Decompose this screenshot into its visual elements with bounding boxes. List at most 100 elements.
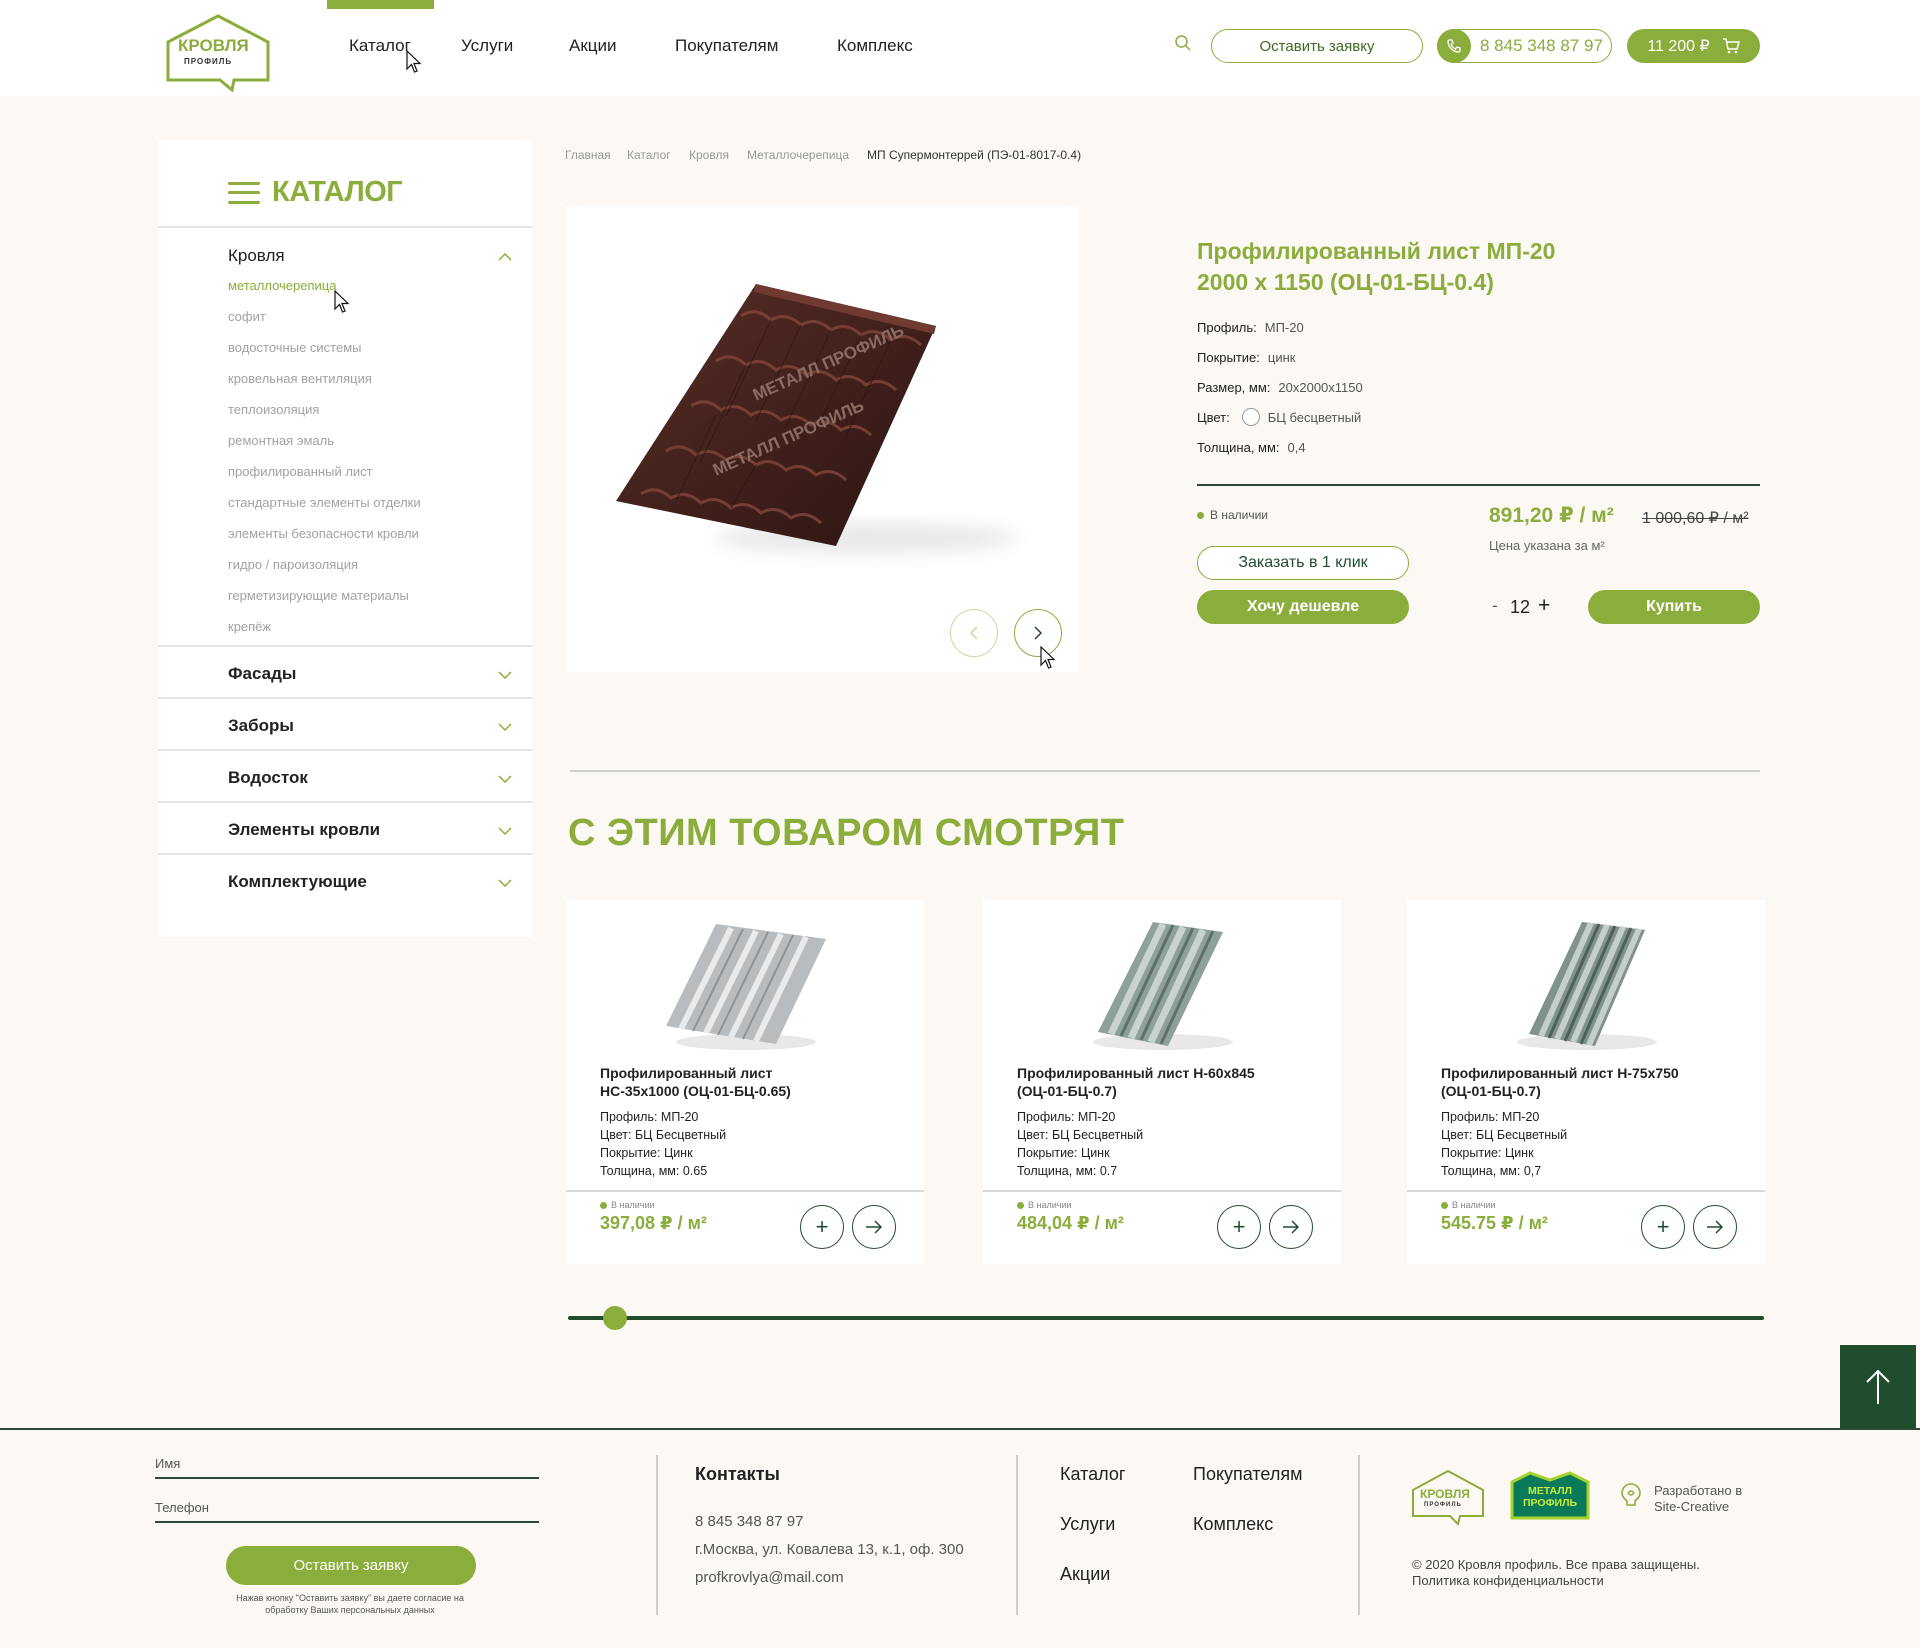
site-logo[interactable]: КРОВЛЯ ПРОФИЛЬ (164, 12, 272, 93)
logo-line: МЕТАЛЛ (1528, 1485, 1572, 1497)
open-product-button[interactable] (852, 1205, 896, 1249)
sidebar-group-drain[interactable]: Водосток (228, 768, 308, 788)
breadcrumb-catalog[interactable]: Каталог (627, 148, 671, 162)
catalog-title: КАТАЛОГ (272, 176, 403, 208)
sidebar-item-hydro[interactable]: гидро / пароизоляция (228, 557, 358, 572)
chevron-down-icon[interactable] (498, 668, 512, 682)
nav-catalog[interactable]: Каталог (349, 36, 411, 56)
name-field[interactable]: Имя (155, 1456, 180, 1471)
chevron-left-icon (969, 626, 978, 640)
related-price: 397,08 ₽ / м² (600, 1213, 707, 1233)
one-click-order-button[interactable]: Заказать в 1 клик (1197, 546, 1409, 580)
related-spec: Профиль: МП-20 (1441, 1110, 1540, 1124)
quantity-value[interactable]: 12 (1510, 597, 1530, 618)
sidebar-item-soffit[interactable]: софит (228, 309, 266, 324)
color-swatch[interactable] (1241, 408, 1260, 426)
nav-services[interactable]: Услуги (461, 36, 513, 56)
chevron-down-icon[interactable] (498, 720, 512, 734)
sidebar-item-metal-tile[interactable]: металлочерепица (228, 278, 336, 293)
related-product-title[interactable]: Профилированный лист Н-75х750 (ОЦ-01-БЦ-0… (1441, 1064, 1741, 1100)
footer-nav-promotions[interactable]: Акции (1060, 1564, 1110, 1585)
chevron-down-icon[interactable] (498, 876, 512, 890)
scroll-to-top-button[interactable] (1840, 1345, 1916, 1429)
cart-button[interactable]: 11 200 ₽ (1627, 29, 1760, 63)
chevron-up-icon[interactable] (498, 250, 512, 264)
sidebar-item-sealants[interactable]: герметизирующие материалы (228, 588, 409, 603)
product-title-line1: Профилированный лист МП-20 (1197, 238, 1556, 264)
catalog-sidebar: КАТАЛОГ Кровля металлочерепица софит вод… (158, 140, 532, 937)
related-spec: Покрытие: Цинк (1441, 1146, 1534, 1160)
phone-field[interactable]: Телефон (155, 1500, 209, 1515)
related-product-title[interactable]: Профилированный лист НС-35х1000 (ОЦ-01-БЦ… (600, 1064, 900, 1100)
phone-field-underline (155, 1521, 539, 1523)
related-product-card[interactable]: Профилированный лист НС-35х1000 (ОЦ-01-БЦ… (566, 900, 924, 1264)
footer-submit-button[interactable]: Оставить заявку (226, 1546, 476, 1585)
sidebar-item-fasteners[interactable]: крепёж (228, 619, 271, 634)
add-to-cart-button[interactable]: + (800, 1205, 844, 1249)
developer-credit[interactable]: Разработано в Site-Creative (1654, 1483, 1742, 1515)
carousel-scrollbar[interactable] (568, 1316, 1764, 1320)
footer-logo-subtitle: ПРОФИЛЬ (1424, 1502, 1462, 1508)
prev-image-button[interactable] (950, 609, 998, 657)
sidebar-item-drainage[interactable]: водосточные системы (228, 340, 362, 355)
related-product-title[interactable]: Профилированный лист Н-60х845 (ОЦ-01-БЦ-0… (1017, 1064, 1317, 1100)
sidebar-item-safety[interactable]: элементы безопасности кровли (228, 526, 419, 541)
footer-nav-services[interactable]: Услуги (1060, 1514, 1115, 1535)
spec-coating: Покрытие: цинк (1197, 350, 1295, 365)
divider (1358, 1455, 1360, 1615)
sidebar-group-accessories[interactable]: Комплектующие (228, 872, 367, 892)
metall-profil-logo[interactable]: МЕТАЛЛ ПРОФИЛЬ (1510, 1470, 1590, 1522)
breadcrumb-home[interactable]: Главная (565, 148, 611, 162)
sidebar-group-roofing[interactable]: Кровля (228, 246, 285, 266)
related-spec: Цвет: БЦ Бесцветный (1441, 1128, 1568, 1142)
chevron-right-icon (1034, 626, 1043, 640)
footer-logo-title: КРОВЛЯ (1420, 1487, 1470, 1501)
sidebar-item-trim[interactable]: стандартные элементы отделки (228, 495, 421, 510)
cart-icon (1722, 38, 1740, 54)
footer-logo[interactable]: КРОВЛЯ ПРОФИЛЬ (1410, 1468, 1486, 1526)
divider (158, 801, 532, 803)
quantity-plus-button[interactable]: + (1538, 594, 1550, 618)
quantity-minus-button[interactable]: - (1492, 596, 1498, 616)
sidebar-item-ventilation[interactable]: кровельная вентиляция (228, 371, 372, 386)
chevron-down-icon[interactable] (498, 772, 512, 786)
sidebar-item-insulation[interactable]: теплоизоляция (228, 402, 319, 417)
catalog-heading[interactable]: КАТАЛОГ (228, 176, 403, 209)
logo-title: КРОВЛЯ (178, 36, 249, 55)
nav-customers[interactable]: Покупателям (675, 36, 778, 56)
divider (158, 645, 532, 647)
footer-nav-catalog[interactable]: Каталог (1060, 1464, 1125, 1485)
sidebar-item-profiled-sheet[interactable]: профилированный лист (228, 464, 373, 479)
footer-nav-complex[interactable]: Комплекс (1193, 1514, 1273, 1535)
breadcrumb-roofing[interactable]: Кровля (689, 148, 729, 162)
sidebar-group-facades[interactable]: Фасады (228, 664, 296, 684)
related-spec: Цвет: БЦ Бесцветный (600, 1128, 727, 1142)
sidebar-group-roof-elements[interactable]: Элементы кровли (228, 820, 380, 840)
request-button[interactable]: Оставить заявку (1211, 29, 1423, 63)
nav-complex[interactable]: Комплекс (837, 36, 913, 56)
consent-line: обработку Ваших персональных данных (265, 1605, 435, 1615)
search-icon[interactable] (1174, 34, 1192, 57)
sidebar-group-fences[interactable]: Заборы (228, 716, 294, 736)
sidebar-item-enamel[interactable]: ремонтная эмаль (228, 433, 334, 448)
footer-phone[interactable]: 8 845 348 87 97 (695, 1513, 803, 1530)
footer-nav-customers[interactable]: Покупателям (1193, 1464, 1302, 1485)
want-cheaper-button[interactable]: Хочу дешевле (1197, 590, 1409, 624)
add-to-cart-button[interactable]: + (1641, 1205, 1685, 1249)
stock-dot (1441, 1201, 1448, 1209)
related-product-card[interactable]: Профилированный лист Н-60х845 (ОЦ-01-БЦ-0… (983, 900, 1341, 1264)
breadcrumb-metal-tile[interactable]: Металлочерепица (747, 148, 849, 162)
add-to-cart-button[interactable]: + (1217, 1205, 1261, 1249)
open-product-button[interactable] (1693, 1205, 1737, 1249)
privacy-policy-link[interactable]: Политика конфиденциальности (1412, 1573, 1604, 1588)
spec-label: Покрытие: (1197, 350, 1260, 365)
open-product-button[interactable] (1269, 1205, 1313, 1249)
buy-button[interactable]: Купить (1588, 590, 1760, 624)
chevron-down-icon[interactable] (498, 824, 512, 838)
nav-promotions[interactable]: Акции (569, 36, 617, 56)
related-spec: Покрытие: Цинк (1017, 1146, 1110, 1160)
related-product-card[interactable]: Профилированный лист Н-75х750 (ОЦ-01-БЦ-0… (1407, 900, 1765, 1264)
divider (158, 853, 532, 855)
footer-email[interactable]: profkrovlya@mail.com (695, 1569, 844, 1586)
carousel-scrollbar-thumb[interactable] (603, 1306, 628, 1330)
